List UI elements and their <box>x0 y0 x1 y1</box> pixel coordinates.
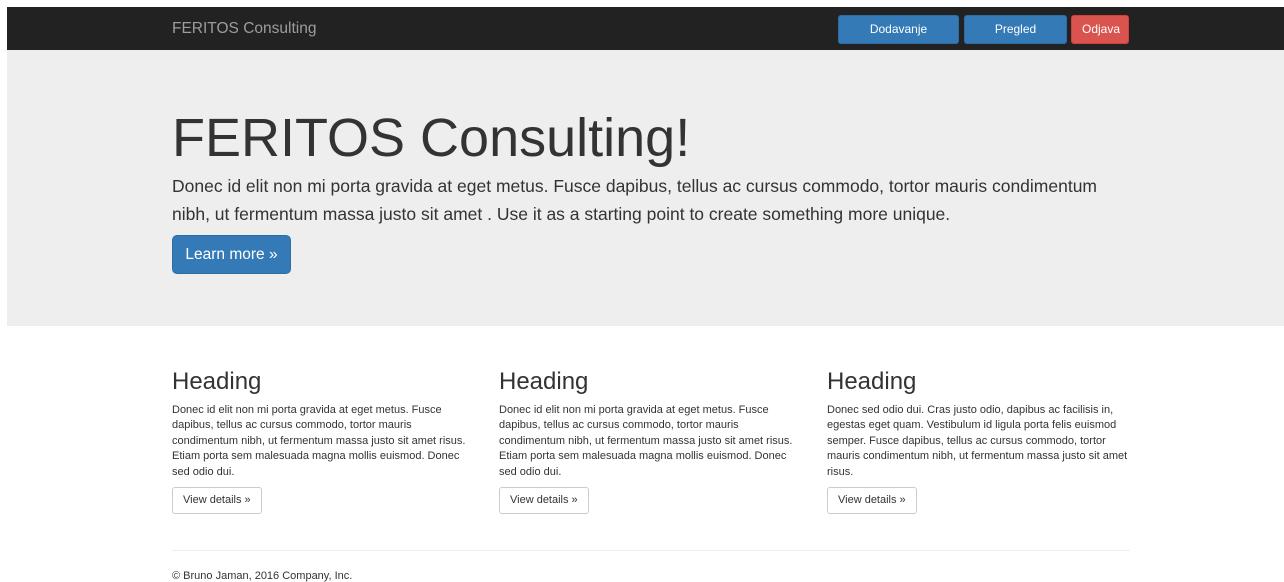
navbar-brand[interactable]: FERITOS Consulting <box>172 7 316 50</box>
jumbotron: FERITOS Consulting! Donec id elit non mi… <box>7 50 1284 326</box>
jumbotron-lead: Donec id elit non mi porta gravida at eg… <box>172 176 1098 224</box>
feature-column-3: Heading Donec sed odio dui. Cras justo o… <box>827 367 1132 514</box>
column-text: Donec id elit non mi porta gravida at eg… <box>172 404 466 478</box>
view-details-button[interactable]: View details » <box>827 487 917 514</box>
footer-text: © Bruno Jaman, 2016 Company, Inc. <box>172 570 353 582</box>
logout-button[interactable]: Odjava <box>1071 15 1129 44</box>
page-title: FERITOS Consulting! <box>172 108 691 168</box>
learn-more-button[interactable]: Learn more » <box>172 235 291 274</box>
column-text: Donec sed odio dui. Cras justo odio, dap… <box>827 404 1128 478</box>
view-details-button[interactable]: View details » <box>499 487 589 514</box>
column-heading: Heading <box>172 368 262 395</box>
footer-divider <box>172 550 1130 551</box>
feature-column-2: Heading Donec id elit non mi porta gravi… <box>499 367 804 514</box>
view-appointments-button[interactable]: Pregled termina <box>964 15 1067 63</box>
feature-column-1: Heading Donec id elit non mi porta gravi… <box>172 367 477 514</box>
view-details-button[interactable]: View details » <box>172 487 262 514</box>
column-heading: Heading <box>499 368 589 395</box>
column-heading: Heading <box>827 368 917 395</box>
top-navbar: FERITOS Consulting Dodavanje termina Pre… <box>7 7 1284 63</box>
column-text: Donec id elit non mi porta gravida at eg… <box>499 404 793 478</box>
add-appointment-button[interactable]: Dodavanje termina <box>838 15 959 63</box>
